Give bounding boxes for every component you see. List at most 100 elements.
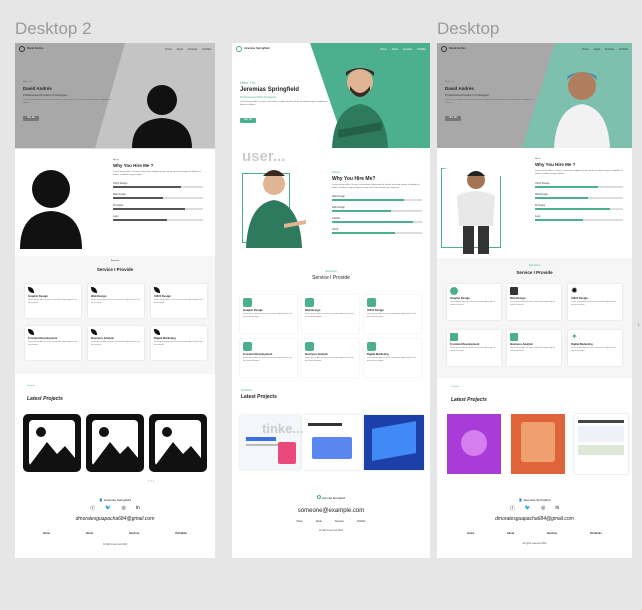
frame-desktop[interactable]: David Andrés Home About Services Portfol… [437,43,632,558]
footer-link-home[interactable]: Home [467,532,474,535]
hire-me-button[interactable]: Hire Me [240,117,257,123]
frame-label-desktop-2[interactable]: Desktop 2 [15,19,92,39]
twitter-icon[interactable]: 🐦 [105,505,111,512]
service-card[interactable]: Business Analytic Lorem ipsum dolor sit a… [88,326,144,360]
footer-email[interactable]: dmoralesguapacha684@gmail.com [437,516,632,522]
service-desc: Lorem ipsum dolor sit amet consectetur a… [28,299,77,304]
nav-portfolio[interactable]: Portfolio [202,48,211,51]
facebook-icon[interactable]: ⓕ [90,505,95,512]
portfolio-title: Latest Projects [27,396,63,402]
hero-desc: Lorem ipsum dolor sit amet consectetur a… [445,99,533,104]
logo-icon[interactable] [441,46,447,52]
service-card[interactable]: Frontend Development Lorem ipsum dolor si… [447,330,501,366]
service-card[interactable]: ✦ Digital Marketing Lorem ipsum dolor sit … [568,330,622,366]
project-thumbnail[interactable] [302,415,362,470]
service-card[interactable]: Web Design Lorem ipsum dolor sit amet con… [302,295,359,333]
nav-services[interactable]: Services [605,48,614,51]
service-card[interactable]: Graphic Design Lorem ipsum dolor sit amet… [240,295,297,333]
footer-link-services[interactable]: Services [335,521,344,523]
nav-services[interactable]: Services [403,48,412,51]
image-placeholder-icon[interactable] [86,414,144,472]
brand-name[interactable]: Jeremias Springfield [244,47,270,51]
frame-desktop-2[interactable]: David Andrés Home About Services Portfol… [15,43,215,558]
leaf-icon [91,329,97,335]
instagram-icon[interactable]: ◎ [121,505,125,512]
social-links: ⓕ 🐦 ◎ in [15,505,215,512]
frame-middle[interactable]: Jeremias Springfield Home About Services… [232,43,430,558]
service-title: UI/UX Design [154,295,171,298]
project-thumbnail[interactable] [511,414,565,474]
project-thumbnail[interactable] [447,414,501,474]
footer-link-portfolio[interactable]: Portfolio [357,521,365,523]
service-card[interactable]: UI/UX Design Lorem ipsum dolor sit amet c… [364,295,421,333]
nav-portfolio[interactable]: Portfolio [417,48,426,51]
portfolio-small: Portfolio [27,385,36,387]
skill-label: UI/UX Design [535,182,550,185]
footer-nav: Home About Services Portfolio [232,521,430,523]
frame-label-desktop[interactable]: Desktop [437,19,499,39]
service-card[interactable]: Web Design Lorem ipsum dolor sit amet con… [507,284,561,320]
service-card[interactable]: Business Analytic Lorem ipsum dolor sit a… [507,330,561,366]
nav-home[interactable]: Home [582,48,588,51]
ui-design-icon [367,298,376,307]
service-card[interactable]: Frontend Development Lorem ipsum dolor si… [25,326,81,360]
footer-link-about[interactable]: About [316,521,322,523]
footer-link-portfolio[interactable]: Portafolio [175,532,187,535]
nav-services[interactable]: Services [188,48,197,51]
web-design-icon [305,298,314,307]
nav-home[interactable]: Home [165,48,171,51]
services-small: Services [110,260,120,262]
service-card[interactable]: Digital Marketing Lorem ipsum dolor sit a… [151,326,207,360]
logo-icon[interactable] [19,46,25,52]
portfolio-section: Portfolio Latest Projects • • • [15,374,215,486]
brand-name[interactable]: David Andrés [27,47,44,51]
nav-home[interactable]: Home [380,48,386,51]
service-card[interactable]: Graphic Design Lorem ipsum dolor sit amet… [447,284,501,320]
service-title: UI/UX Design [367,309,384,312]
project-thumbnail[interactable] [364,415,424,470]
about-desc: Lorem ipsum dolor sit amet consectetur a… [113,171,201,176]
nav-about[interactable]: About [177,48,183,51]
project-thumbnail[interactable] [574,414,628,474]
nav-about[interactable]: About [594,48,600,51]
footer-link-about[interactable]: About [507,532,514,535]
about-title: Why You Hire Me ? [113,163,154,168]
footer-link-services[interactable]: Services [547,532,557,535]
carousel-dots[interactable]: • • • [148,478,154,483]
leaf-icon [28,329,34,335]
service-title: Web Design [510,297,526,300]
person-photo [332,68,388,148]
footer-link-about[interactable]: About [86,532,93,535]
service-card[interactable]: Graphic Design Lorem ipsum dolor sit amet… [25,284,81,318]
footer-link-home[interactable]: Home [297,521,303,523]
image-placeholder-icon[interactable] [23,414,81,472]
hire-me-button[interactable]: Hire Me [445,115,462,121]
service-card[interactable]: Digital Marketing Lorem ipsum dolor sit a… [364,339,421,377]
instagram-icon[interactable]: ◎ [541,505,545,512]
image-placeholder-icon[interactable] [149,414,207,472]
service-card[interactable]: Web Design Lorem ipsum dolor sit amet con… [88,284,144,318]
twitter-icon[interactable]: 🐦 [525,505,531,512]
footer-link-services[interactable]: Services [129,532,139,535]
hire-me-button[interactable]: Hire Me [23,115,40,121]
service-card[interactable]: UI/UX Design Lorem ipsum dolor sit amet c… [151,284,207,318]
linkedin-icon[interactable]: in [136,505,140,512]
service-card[interactable]: ✹ UI/UX Design Lorem ipsum dolor sit amet … [568,284,622,320]
service-card[interactable]: Frontend Development Lorem ipsum dolor si… [240,339,297,377]
chevron-right-icon[interactable]: › [637,320,640,329]
footer-email[interactable]: someone@example.com [232,508,430,514]
analytics-icon [305,342,314,351]
linkedin-icon[interactable]: in [555,505,559,512]
service-title: Digital Marketing [571,343,593,346]
brand-name[interactable]: David Andrés [449,47,466,51]
leaf-icon [154,287,160,293]
footer-email[interactable]: dmoralesguapacha684@gmail.com [15,516,215,522]
service-card[interactable]: Business Analytic Lorem ipsum dolor sit a… [302,339,359,377]
facebook-icon[interactable]: ⓕ [510,505,515,512]
footer-link-portfolio[interactable]: Portafolio [590,532,602,535]
services-small: Services [325,269,337,273]
footer-link-home[interactable]: Home [43,532,50,535]
logo-icon[interactable] [236,46,242,52]
nav-about[interactable]: About [392,48,398,51]
nav-portfolio[interactable]: Portfolio [619,48,628,51]
